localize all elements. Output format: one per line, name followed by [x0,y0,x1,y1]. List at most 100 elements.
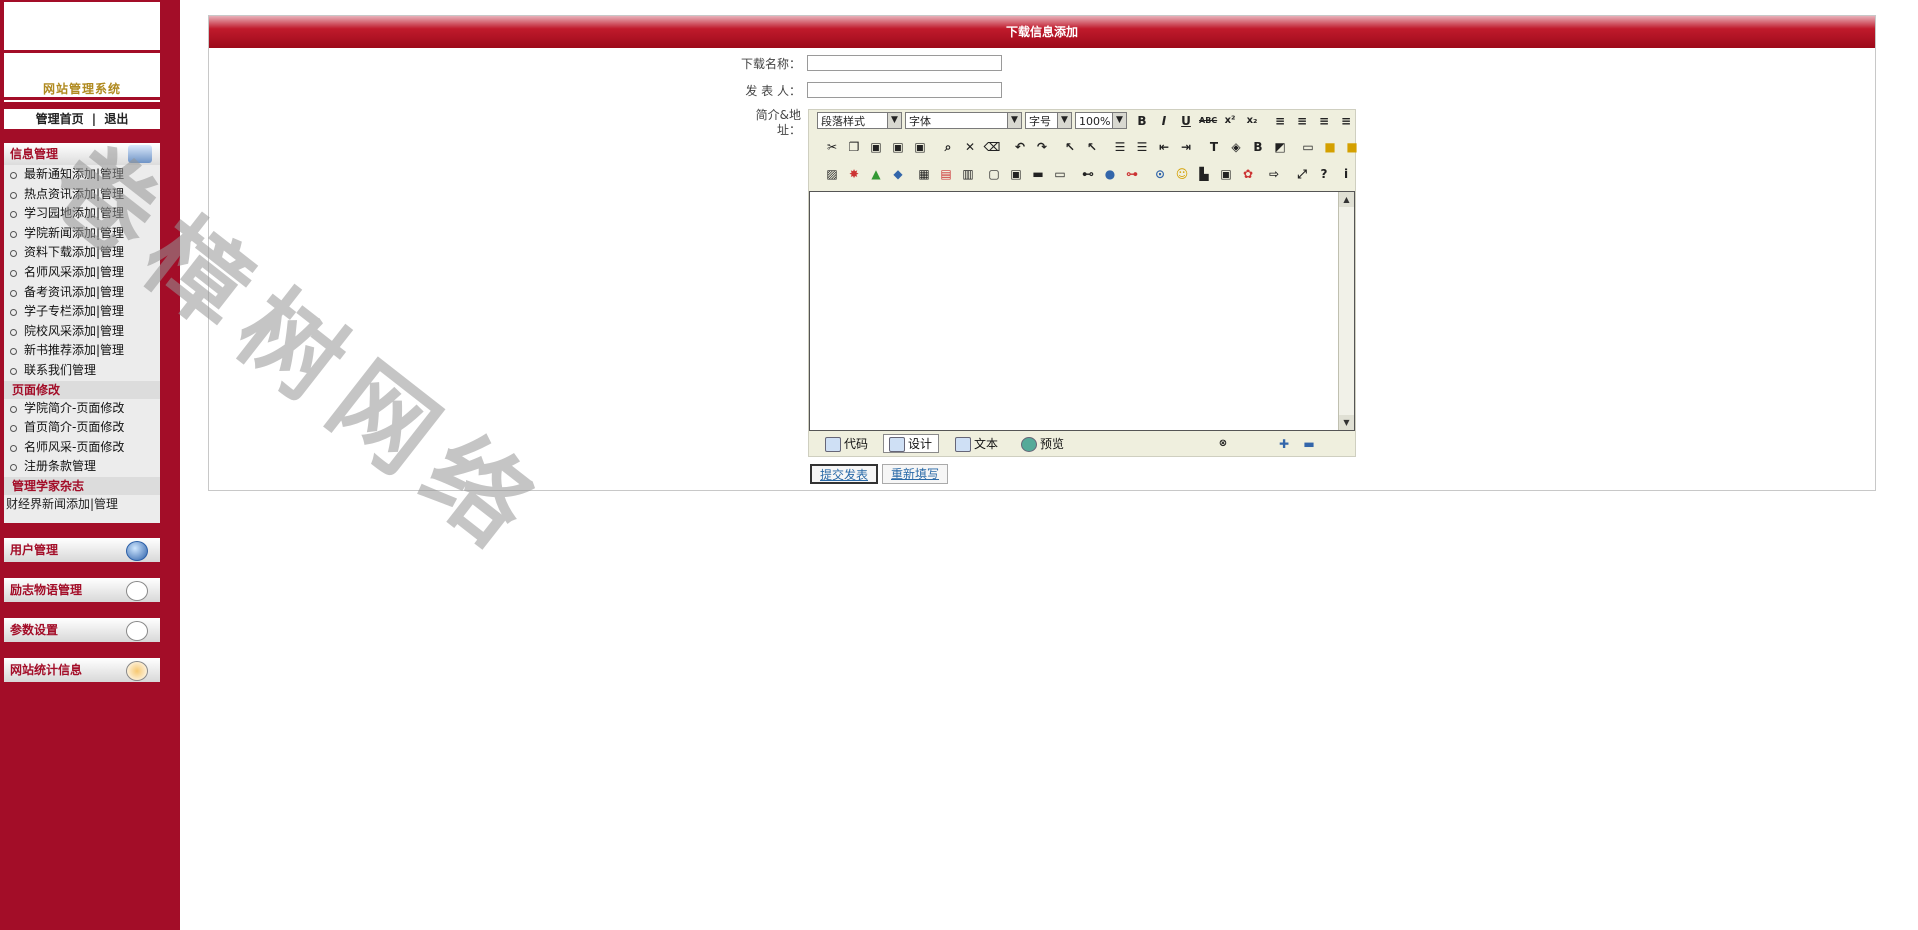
note-icon[interactable]: ■ [1321,138,1339,156]
ordered-list-icon[interactable]: ☰ [1111,138,1129,156]
font-select[interactable]: 字体 ▼ [905,112,1022,129]
site-stats-panel[interactable]: 网站统计信息 [4,658,160,682]
textarea-icon[interactable]: ▣ [1007,165,1025,183]
logout-link[interactable]: 退出 [104,112,128,126]
paste-text-icon[interactable]: ▣ [889,138,907,156]
superscript-button[interactable]: x² [1221,112,1239,130]
info-icon[interactable]: i [1337,165,1355,183]
code-mode-tab[interactable]: 代码 [819,434,875,453]
align-right-icon[interactable]: ≡ [1315,112,1333,130]
chevron-down-icon: ▼ [1112,113,1126,128]
bg-color-icon[interactable]: ◈ [1227,138,1245,156]
sidebar-item-college-news[interactable]: 学院新闻添加|管理 [4,224,160,244]
select-absolute-icon[interactable]: ↖ [1083,138,1101,156]
paste-icon[interactable]: ▣ [867,138,885,156]
zoom-select[interactable]: 100% ▼ [1075,112,1127,129]
sidebar-item-contact-us[interactable]: 联系我们管理 [4,361,160,381]
sidebar-item-home-intro[interactable]: 首页简介-页面修改 [4,418,160,438]
highlight-icon[interactable]: ◩ [1271,138,1289,156]
cut-icon[interactable]: ✂ [823,138,841,156]
editor-content-area[interactable]: ▲ ▼ [809,191,1355,431]
undo-icon[interactable]: ↶ [1011,138,1029,156]
paste-word-icon[interactable]: ▣ [911,138,929,156]
select-icon[interactable]: ↖ [1061,138,1079,156]
sidebar-item-finance-news[interactable]: 财经界新闻添加|管理 [4,495,160,514]
emoticon-icon[interactable]: ☺ [1173,165,1191,183]
link-icon[interactable]: ⊷ [1079,165,1097,183]
redo-icon[interactable]: ↷ [1033,138,1051,156]
table-row-icon[interactable]: ▤ [937,165,955,183]
frame-icon[interactable]: ▭ [1299,138,1317,156]
background-icon[interactable]: B [1249,138,1267,156]
chart-icon[interactable]: ▙ [1195,165,1213,183]
motto-management-panel[interactable]: 励志物语管理 [4,578,160,602]
sidebar-item-new-books[interactable]: 新书推荐添加|管理 [4,341,160,361]
bold-button[interactable]: B [1133,112,1151,130]
submit-button[interactable]: 提交发表 [810,464,879,484]
note-stack-icon[interactable]: ■ [1343,138,1361,156]
help-icon[interactable]: ? [1315,165,1333,183]
subscript-button[interactable]: x₂ [1243,112,1261,130]
shrink-icon[interactable]: ▬ [1300,435,1318,453]
sidebar-item-college-intro[interactable]: 学院简介-页面修改 [4,399,160,419]
input-icon[interactable]: ▭ [1051,165,1069,183]
sidebar-item-exam-info[interactable]: 备考资讯添加|管理 [4,283,160,303]
special-char-icon[interactable]: ✿ [1239,165,1257,183]
sidebar-item-hot-news[interactable]: 热点资讯添加|管理 [4,185,160,205]
align-left-icon[interactable]: ≡ [1271,112,1289,130]
unlink-icon[interactable]: ⊶ [1123,165,1141,183]
paragraph-style-select[interactable]: 段落样式 ▼ [817,112,902,129]
copy-icon[interactable]: ❐ [845,138,863,156]
scroll-up-icon[interactable]: ▲ [1339,192,1354,207]
indent-icon[interactable]: ⇥ [1177,138,1195,156]
editor-scrollbar[interactable]: ▲ ▼ [1338,192,1354,430]
strikethrough-button[interactable]: ABC [1199,112,1217,130]
sidebar-item-latest-notice[interactable]: 最新通知添加|管理 [4,165,160,185]
sidebar-item-college-style[interactable]: 院校风采添加|管理 [4,322,160,342]
admin-home-link[interactable]: 管理首页 [36,112,84,126]
image-icon[interactable]: ▨ [823,165,841,183]
download-name-input[interactable] [807,55,1002,71]
align-center-icon[interactable]: ≡ [1293,112,1311,130]
outdent-icon[interactable]: ⇤ [1155,138,1173,156]
find-icon[interactable]: ⌕ [939,138,957,156]
preview-mode-tab[interactable]: 预览 [1015,434,1071,453]
expand-icon[interactable]: ✚ [1275,435,1293,453]
settings-panel[interactable]: 参数设置 [4,618,160,642]
author-input[interactable] [807,82,1002,98]
sidebar-item-study-garden[interactable]: 学习园地添加|管理 [4,204,160,224]
italic-button[interactable]: I [1155,112,1173,130]
media-icon[interactable]: ▲ [867,165,885,183]
form-icon[interactable]: ▢ [985,165,1003,183]
anchor-icon[interactable]: ⊙ [1151,165,1169,183]
font-size-select[interactable]: 字号 ▼ [1025,112,1072,129]
page-break-icon[interactable]: ⇨ [1265,165,1283,183]
unordered-list-icon[interactable]: ☰ [1133,138,1151,156]
delete-icon[interactable]: ✕ [961,138,979,156]
flash-icon[interactable]: ✸ [845,165,863,183]
template-icon[interactable]: ▣ [1217,165,1235,183]
table-cell-icon[interactable]: ▥ [959,165,977,183]
eraser-icon[interactable]: ⌫ [983,138,1001,156]
font-color-icon[interactable]: T [1205,138,1223,156]
main-form-panel: 下载信息添加 下载名称： 发 表 人： 简介&地址： 段落样式 ▼ 字体 ▼ 字号 ▼… [208,15,1876,491]
sidebar-item-terms[interactable]: 注册条款管理 [4,457,160,477]
fullscreen-icon[interactable]: ⤢ [1293,165,1311,183]
sidebar-item-student-column[interactable]: 学子专栏添加|管理 [4,302,160,322]
align-justify-icon[interactable]: ≡ [1337,112,1355,130]
design-mode-tab[interactable]: 设计 [883,434,940,453]
scroll-down-icon[interactable]: ▼ [1339,415,1354,430]
text-mode-tab[interactable]: 文本 [949,434,1005,453]
file-icon[interactable]: ◆ [889,165,907,183]
info-management-header[interactable]: 信息管理 [4,143,160,165]
reset-button[interactable]: 重新填写 [882,464,949,484]
hr-icon[interactable]: ▬ [1029,165,1047,183]
sidebar-item-teacher-page[interactable]: 名师风采-页面修改 [4,438,160,458]
sidebar-item-famous-teachers[interactable]: 名师风采添加|管理 [4,263,160,283]
sidebar-item-downloads[interactable]: 资料下载添加|管理 [4,243,160,263]
user-management-panel[interactable]: 用户管理 [4,538,160,562]
font-value: 字体 [909,115,931,128]
table-icon[interactable]: ▦ [915,165,933,183]
underline-button[interactable]: U [1177,112,1195,130]
globe-link-icon[interactable]: ● [1101,165,1119,183]
